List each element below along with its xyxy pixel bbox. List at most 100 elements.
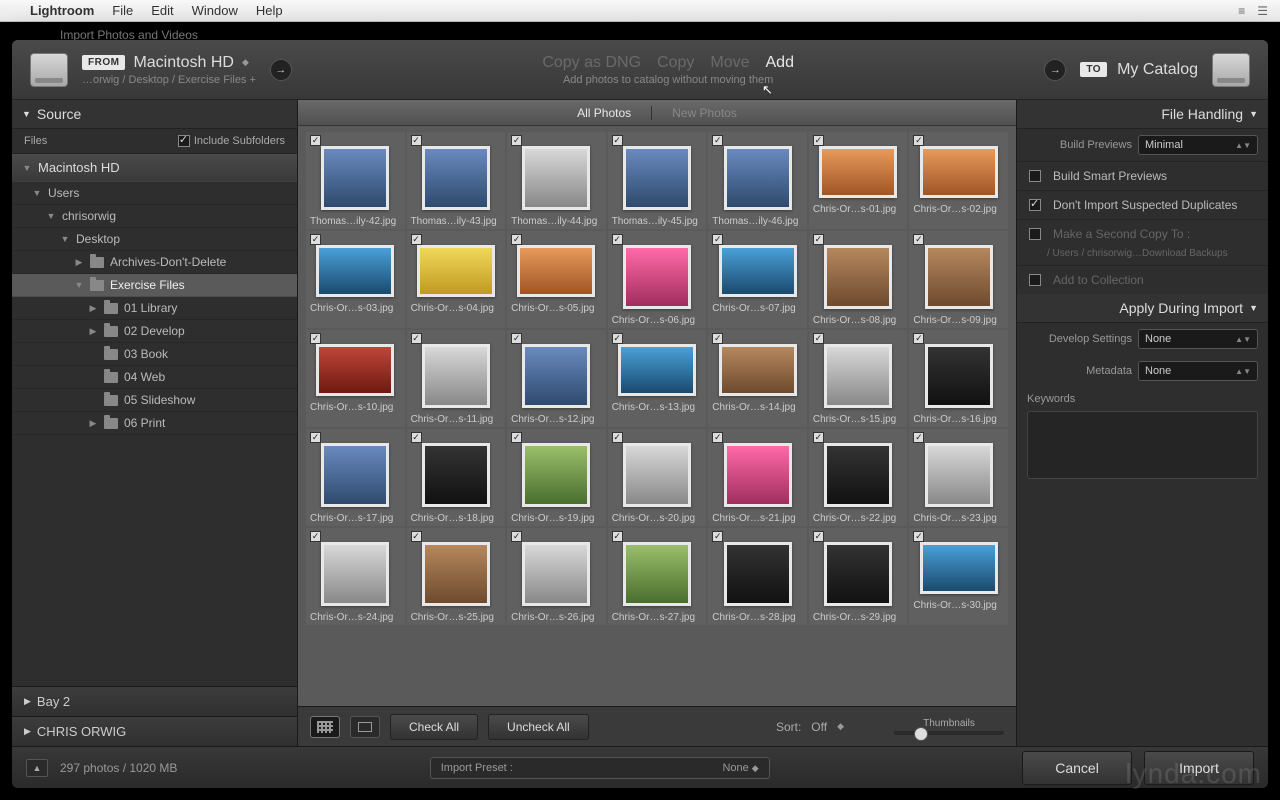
tree-row[interactable]: ▼Exercise Files <box>12 274 297 297</box>
thumb-checkbox[interactable]: ✓ <box>612 432 623 443</box>
thumbnail-cell[interactable]: ✓Chris-Or…s-03.jpg <box>306 231 405 328</box>
metadata-select[interactable]: None▲▼ <box>1138 361 1258 381</box>
thumbnail-cell[interactable]: ✓Chris-Or…s-09.jpg <box>909 231 1008 328</box>
thumb-checkbox[interactable]: ✓ <box>612 135 623 146</box>
include-subfolders-toggle[interactable]: Include Subfolders <box>178 135 285 147</box>
tree-row[interactable]: 04 Web <box>12 366 297 389</box>
sort-value[interactable]: Off <box>811 720 827 734</box>
to-arrow-button[interactable]: → <box>1044 59 1066 81</box>
thumbnail-cell[interactable]: ✓Chris-Or…s-16.jpg <box>909 330 1008 427</box>
dont-import-duplicates-checkbox[interactable]: Don't Import Suspected Duplicates <box>1017 190 1268 219</box>
build-previews-select[interactable]: Minimal▲▼ <box>1138 135 1258 155</box>
forward-arrow-button[interactable]: → <box>270 59 292 81</box>
thumbnail-cell[interactable]: ✓Chris-Or…s-08.jpg <box>809 231 908 328</box>
menu-extra-icon[interactable]: ≡ <box>1238 4 1245 18</box>
tree-row[interactable]: ▼chrisorwig <box>12 205 297 228</box>
thumbnail-cell[interactable]: ✓Chris-Or…s-01.jpg <box>809 132 908 229</box>
thumb-checkbox[interactable]: ✓ <box>913 333 924 344</box>
mode-add[interactable]: Add <box>766 54 794 72</box>
thumb-checkbox[interactable]: ✓ <box>712 234 723 245</box>
thumb-checkbox[interactable]: ✓ <box>511 333 522 344</box>
thumb-checkbox[interactable]: ✓ <box>813 531 824 542</box>
thumb-checkbox[interactable]: ✓ <box>813 333 824 344</box>
thumbnail-cell[interactable]: ✓Chris-Or…s-17.jpg <box>306 429 405 526</box>
thumb-checkbox[interactable]: ✓ <box>813 135 824 146</box>
thumbnail-cell[interactable]: ✓Chris-Or…s-18.jpg <box>407 429 506 526</box>
check-all-button[interactable]: Check All <box>390 714 478 740</box>
thumb-checkbox[interactable]: ✓ <box>411 432 422 443</box>
tree-row[interactable]: ▼Users <box>12 182 297 205</box>
thumbnail-cell[interactable]: ✓Chris-Or…s-22.jpg <box>809 429 908 526</box>
thumb-checkbox[interactable]: ✓ <box>511 234 522 245</box>
menu-file[interactable]: File <box>112 3 133 18</box>
menu-edit[interactable]: Edit <box>151 3 173 18</box>
thumbnail-cell[interactable]: ✓Chris-Or…s-06.jpg <box>608 231 707 328</box>
thumb-checkbox[interactable]: ✓ <box>411 531 422 542</box>
tree-row[interactable]: 03 Book <box>12 343 297 366</box>
import-preset-select[interactable]: Import Preset : None ◆ <box>430 757 770 779</box>
thumbnail-cell[interactable]: ✓Chris-Or…s-10.jpg <box>306 330 405 427</box>
import-button[interactable]: Import <box>1144 751 1254 785</box>
source-drive-name[interactable]: Macintosh HD <box>133 54 233 72</box>
thumbnail-cell[interactable]: ✓Thomas…ily-43.jpg <box>407 132 506 229</box>
collapse-panel-button[interactable]: ▲ <box>26 759 48 777</box>
thumbnail-cell[interactable]: ✓Chris-Or…s-11.jpg <box>407 330 506 427</box>
thumbnail-cell[interactable]: ✓Chris-Or…s-27.jpg <box>608 528 707 625</box>
thumbnail-cell[interactable]: ✓Chris-Or…s-02.jpg <box>909 132 1008 229</box>
tab-all-photos[interactable]: All Photos <box>577 106 631 120</box>
thumbnail-cell[interactable]: ✓Thomas…ily-46.jpg <box>708 132 807 229</box>
thumbnail-cell[interactable]: ✓Chris-Or…s-19.jpg <box>507 429 606 526</box>
thumb-checkbox[interactable]: ✓ <box>913 135 924 146</box>
thumbnail-cell[interactable]: ✓Thomas…ily-42.jpg <box>306 132 405 229</box>
thumbnail-cell[interactable]: ✓Chris-Or…s-26.jpg <box>507 528 606 625</box>
thumb-checkbox[interactable]: ✓ <box>913 234 924 245</box>
mode-move[interactable]: Move <box>710 54 749 72</box>
thumbnail-cell[interactable]: ✓Chris-Or…s-28.jpg <box>708 528 807 625</box>
thumbnail-cell[interactable]: ✓Chris-Or…s-23.jpg <box>909 429 1008 526</box>
thumb-checkbox[interactable]: ✓ <box>712 432 723 443</box>
uncheck-all-button[interactable]: Uncheck All <box>488 714 589 740</box>
thumbnail-cell[interactable]: ✓Chris-Or…s-21.jpg <box>708 429 807 526</box>
thumbnail-cell[interactable]: ✓Chris-Or…s-05.jpg <box>507 231 606 328</box>
thumb-checkbox[interactable]: ✓ <box>612 333 623 344</box>
thumb-checkbox[interactable]: ✓ <box>913 531 924 542</box>
thumb-checkbox[interactable]: ✓ <box>913 432 924 443</box>
collapsed-volume-row[interactable]: ▶Bay 2 <box>12 686 297 716</box>
menu-help[interactable]: Help <box>256 3 283 18</box>
develop-settings-select[interactable]: None▲▼ <box>1138 329 1258 349</box>
app-name[interactable]: Lightroom <box>30 3 94 18</box>
apply-during-import-header[interactable]: Apply During Import▼ <box>1017 294 1268 323</box>
thumbnail-cell[interactable]: ✓Chris-Or…s-15.jpg <box>809 330 908 427</box>
thumbnail-cell[interactable]: ✓Chris-Or…s-12.jpg <box>507 330 606 427</box>
tree-row[interactable]: ▼Desktop <box>12 228 297 251</box>
thumbnail-cell[interactable]: ✓Thomas…ily-45.jpg <box>608 132 707 229</box>
thumbnail-grid-scroll[interactable]: ✓Thomas…ily-42.jpg✓Thomas…ily-43.jpg ✓Tho… <box>298 126 1016 706</box>
chevron-down-icon[interactable]: ◆ <box>242 57 249 68</box>
tree-row[interactable]: ▶Archives-Don't-Delete <box>12 251 297 274</box>
sort-chevron-icon[interactable]: ◆ <box>837 721 844 732</box>
thumb-checkbox[interactable]: ✓ <box>310 135 321 146</box>
thumb-checkbox[interactable]: ✓ <box>511 135 522 146</box>
thumb-checkbox[interactable]: ✓ <box>511 432 522 443</box>
thumb-checkbox[interactable]: ✓ <box>411 234 422 245</box>
thumb-checkbox[interactable]: ✓ <box>310 234 321 245</box>
mode-copy[interactable]: Copy <box>657 54 694 72</box>
thumb-checkbox[interactable]: ✓ <box>310 333 321 344</box>
thumb-checkbox[interactable]: ✓ <box>612 234 623 245</box>
thumb-checkbox[interactable]: ✓ <box>310 531 321 542</box>
thumbnail-size-slider[interactable] <box>894 731 1004 735</box>
mode-copy-as-dng[interactable]: Copy as DNG <box>542 54 641 72</box>
cancel-button[interactable]: Cancel <box>1022 751 1132 785</box>
tree-row[interactable]: ▶06 Print <box>12 412 297 435</box>
source-panel-header[interactable]: ▼ Source <box>12 100 297 129</box>
thumb-checkbox[interactable]: ✓ <box>310 432 321 443</box>
thumbnail-cell[interactable]: ✓Chris-Or…s-07.jpg <box>708 231 807 328</box>
thumbnail-cell[interactable]: ✓Chris-Or…s-25.jpg <box>407 528 506 625</box>
thumbnail-cell[interactable]: ✓Chris-Or…s-13.jpg <box>608 330 707 427</box>
thumb-checkbox[interactable]: ✓ <box>813 234 824 245</box>
thumb-checkbox[interactable]: ✓ <box>712 333 723 344</box>
thumb-checkbox[interactable]: ✓ <box>612 531 623 542</box>
thumb-checkbox[interactable]: ✓ <box>411 135 422 146</box>
thumb-checkbox[interactable]: ✓ <box>712 531 723 542</box>
menu-window[interactable]: Window <box>192 3 238 18</box>
